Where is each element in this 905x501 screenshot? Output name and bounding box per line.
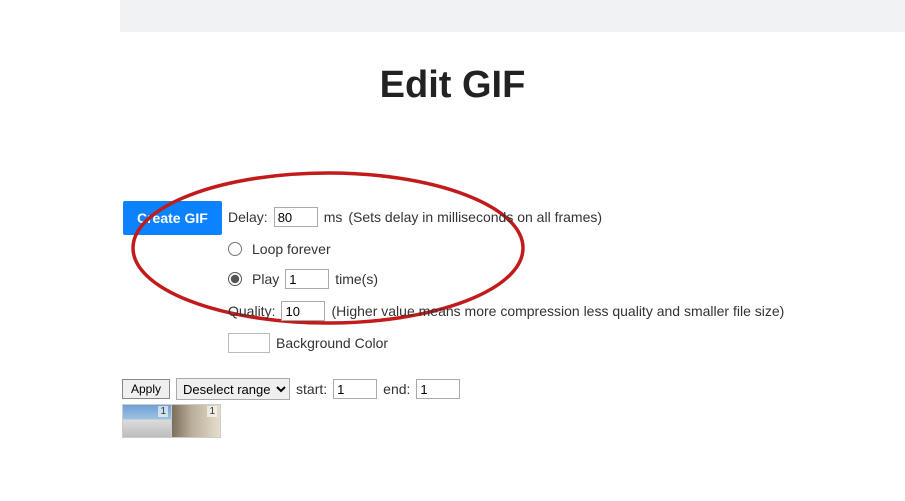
play-times-row: Play time(s) bbox=[228, 269, 784, 289]
apply-button[interactable]: Apply bbox=[122, 379, 170, 399]
loop-forever-radio[interactable] bbox=[228, 242, 242, 256]
delay-input[interactable] bbox=[274, 207, 318, 227]
start-label: start: bbox=[296, 381, 327, 397]
create-gif-button[interactable]: Create GIF bbox=[123, 201, 222, 235]
gif-settings: Delay: ms (Sets delay in milliseconds on… bbox=[228, 207, 784, 365]
frame-index: 1 bbox=[207, 406, 217, 417]
delay-row: Delay: ms (Sets delay in milliseconds on… bbox=[228, 207, 784, 227]
start-input[interactable] bbox=[333, 379, 377, 399]
range-action-select[interactable]: Deselect range bbox=[176, 378, 290, 400]
frame-thumbnail[interactable]: 1 bbox=[122, 404, 172, 438]
delay-unit: ms bbox=[324, 207, 343, 227]
loop-forever-label: Loop forever bbox=[252, 239, 331, 259]
quality-hint: (Higher value means more compression les… bbox=[331, 301, 784, 321]
quality-input[interactable] bbox=[281, 301, 325, 321]
delay-label: Delay: bbox=[228, 207, 268, 227]
play-times-input[interactable] bbox=[285, 269, 329, 289]
play-times-radio[interactable] bbox=[228, 272, 242, 286]
end-label: end: bbox=[383, 381, 410, 397]
quality-row: Quality: (Higher value means more compre… bbox=[228, 301, 784, 321]
delay-hint: (Sets delay in milliseconds on all frame… bbox=[348, 207, 602, 227]
frame-thumbnails: 1 1 bbox=[122, 404, 221, 438]
loop-forever-row: Loop forever bbox=[228, 239, 784, 259]
play-prefix: Play bbox=[252, 269, 279, 289]
range-controls: Apply Deselect range start: end: bbox=[122, 378, 460, 400]
end-input[interactable] bbox=[416, 379, 460, 399]
frame-index: 1 bbox=[158, 406, 168, 417]
bg-color-label: Background Color bbox=[276, 333, 388, 353]
frame-thumbnail[interactable]: 1 bbox=[171, 404, 221, 438]
bg-color-swatch[interactable] bbox=[228, 333, 270, 353]
play-suffix: time(s) bbox=[335, 269, 378, 289]
page-title: Edit GIF bbox=[0, 64, 905, 107]
quality-label: Quality: bbox=[228, 301, 275, 321]
header-bar bbox=[120, 0, 905, 32]
bg-color-row: Background Color bbox=[228, 333, 784, 353]
